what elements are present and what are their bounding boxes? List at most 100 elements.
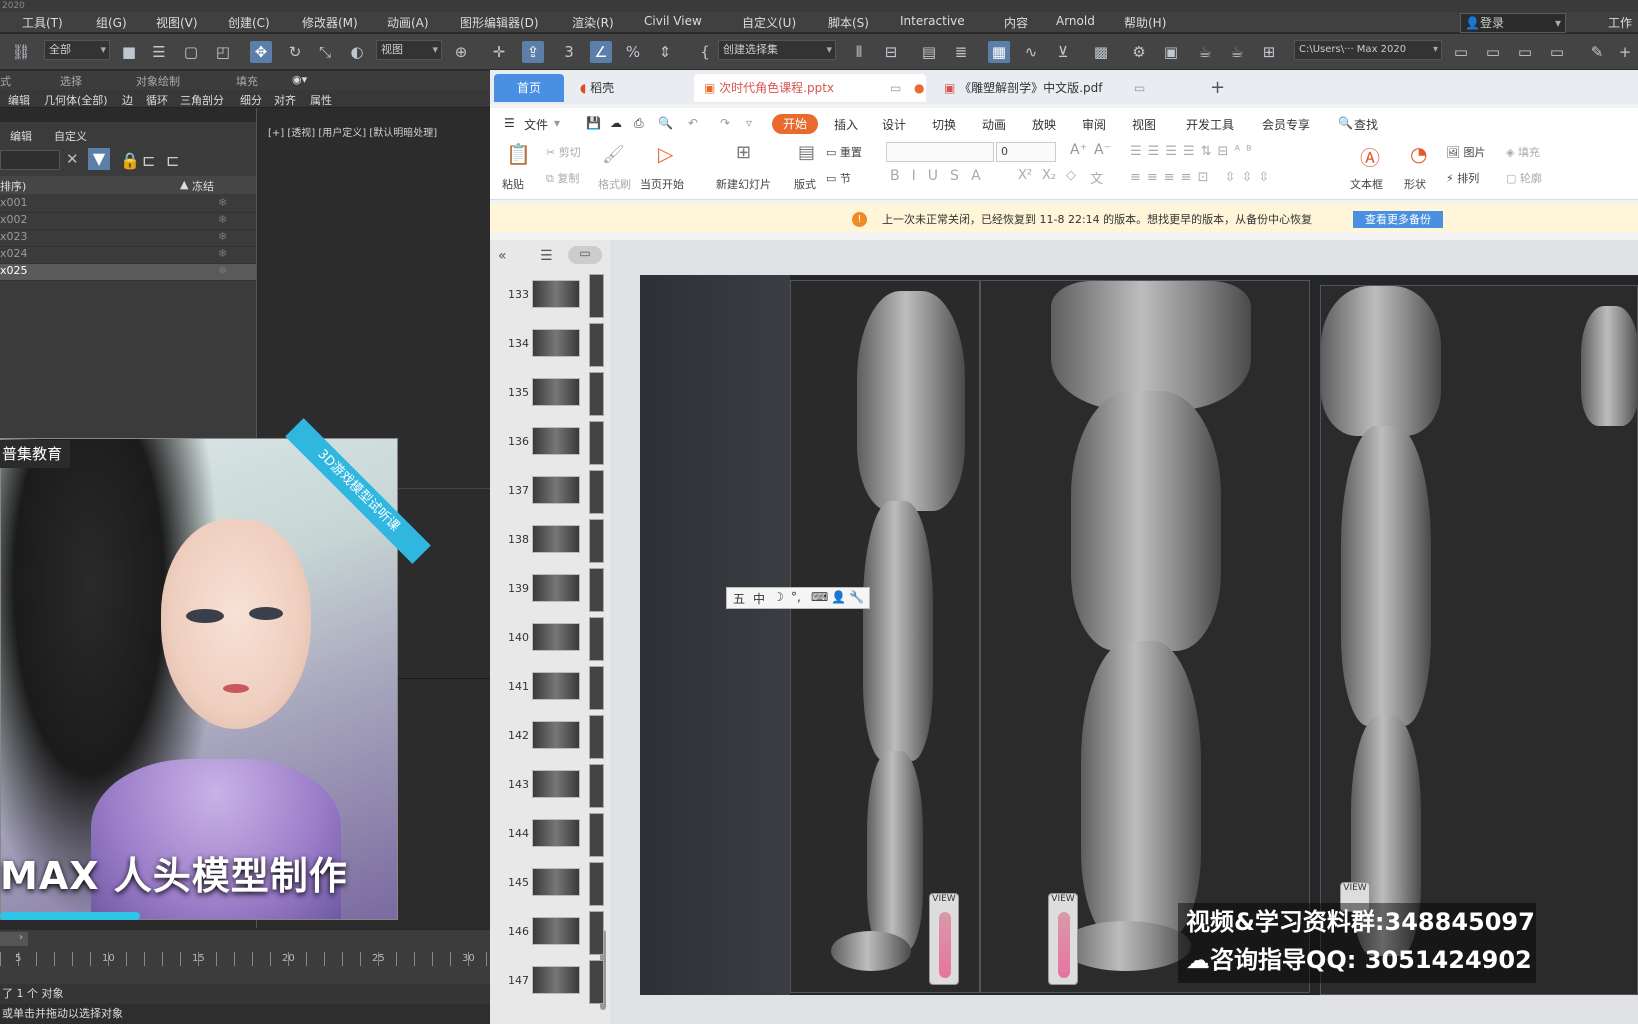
scene-tab-edit[interactable]: 编辑 — [10, 128, 32, 144]
slide-thumbnail[interactable] — [532, 770, 580, 798]
layer-list-icon[interactable]: ⊏ — [166, 151, 179, 170]
slide-thumbnail[interactable] — [532, 819, 580, 847]
copy-button[interactable]: ⧉ 复制 — [546, 170, 579, 186]
slide-thumbnail-strip[interactable] — [589, 862, 604, 906]
layer-explorer-icon[interactable]: ▤ — [918, 41, 940, 63]
slide-thumbnail[interactable] — [532, 378, 580, 406]
ime-halfwidth-icon[interactable]: ☽ — [773, 590, 784, 604]
scene-row[interactable]: x024 ❄ — [0, 247, 256, 264]
menu-animation[interactable]: 动画 — [982, 116, 1006, 133]
ime-punctuation-icon[interactable]: °, — [791, 590, 801, 604]
menu-content[interactable]: 内容 — [1004, 14, 1028, 31]
clipboard-icon[interactable]: 📋 — [506, 142, 531, 166]
superscript-icon[interactable]: X² — [1018, 168, 1032, 183]
scene-tab-customize[interactable]: 自定义 — [54, 128, 87, 144]
slide-thumbnail[interactable] — [532, 427, 580, 455]
cloud-icon[interactable]: ☁ — [610, 116, 622, 130]
snowflake-icon[interactable]: ❄ — [218, 213, 227, 226]
picture-button[interactable]: 🖼 图片 — [1446, 144, 1485, 160]
new-slide-icon[interactable]: ⊞ — [736, 142, 751, 163]
slide-thumbnail-strip[interactable] — [589, 568, 604, 612]
align-icon[interactable]: ⊟ — [880, 41, 902, 63]
ime-chinese-toggle[interactable]: 中 — [753, 590, 765, 607]
slide-thumbnail-strip[interactable] — [589, 421, 604, 465]
collapse-pane-icon[interactable]: « — [498, 248, 507, 264]
menu-file[interactable]: 文件 — [524, 116, 548, 133]
menu-rendering[interactable]: 渲染(R) — [572, 14, 614, 31]
filter-icon[interactable]: ▼ — [88, 148, 110, 170]
slide-thumbnail-strip[interactable] — [589, 813, 604, 857]
column-name-header[interactable]: 排序) — [0, 178, 26, 194]
scale-icon[interactable]: ⤡ — [314, 41, 336, 63]
arrange-button[interactable]: ⚡ 排列 — [1446, 170, 1479, 186]
format-painter-icon[interactable]: 🖌 — [602, 144, 625, 165]
ribbon-tab-geometry-all[interactable]: 几何体(全部) — [44, 92, 108, 108]
snowflake-icon[interactable]: ❄ — [218, 247, 227, 260]
ribbon-tab-edges[interactable]: 边 — [122, 92, 133, 108]
timeline-prev-button[interactable] — [0, 932, 14, 946]
tab-pptx[interactable]: ▣ 次时代角色课程.pptx ▭ ● — [694, 74, 926, 102]
named-selection-dropdown[interactable]: 创建选择集 — [718, 40, 836, 60]
column-freeze-header[interactable]: 冻结 — [192, 178, 214, 194]
menu-customize[interactable]: 自定义(U) — [742, 14, 796, 31]
cut-button[interactable]: ✂ 剪切 — [546, 144, 581, 160]
chevron-down-icon[interactable]: ▾ — [554, 116, 560, 130]
monitor-icon[interactable]: ▭ — [1134, 74, 1145, 102]
selection-filter-dropdown[interactable]: 全部 — [44, 40, 110, 60]
menu-modifiers[interactable]: 修改器(M) — [302, 14, 358, 31]
ribbon-toggle-icon[interactable]: ▦ — [988, 41, 1010, 63]
undo-icon[interactable]: ↶ — [688, 116, 698, 130]
slide-thumbnail[interactable] — [532, 672, 580, 700]
ribbon-tab-edit[interactable]: 编辑 — [8, 92, 30, 108]
list-icons[interactable]: ☰☰☰☰⇅⊟ᴬᴮ — [1130, 144, 1258, 159]
redo-icon[interactable]: ↷ — [720, 116, 730, 130]
slide-thumbnail[interactable] — [532, 917, 580, 945]
ribbon-options-icon[interactable]: ◉▾ — [292, 73, 307, 86]
clear-format-icon[interactable]: ◇ — [1066, 168, 1076, 183]
slide-thumbnail[interactable] — [532, 476, 580, 504]
layout-button[interactable]: 版式 — [794, 176, 816, 192]
keyboard-icon[interactable]: ⌨ — [811, 590, 828, 604]
slide-thumbnail-strip[interactable] — [589, 470, 604, 514]
format-painter-button[interactable]: 格式刷 — [598, 176, 631, 192]
textbox-button[interactable]: 文本框 — [1350, 176, 1383, 192]
menu-interactive[interactable]: Interactive — [900, 14, 965, 28]
shape-icon[interactable]: ◔ — [1410, 142, 1427, 166]
menu-transition[interactable]: 切换 — [932, 116, 956, 133]
ribbon-tab-subdivision[interactable]: 细分 — [240, 92, 262, 108]
window-crossing-icon[interactable]: ◰ — [212, 41, 234, 63]
menu-member[interactable]: 会员专享 — [1262, 116, 1310, 133]
close-icon[interactable]: ✕ — [66, 150, 79, 168]
mirror-icon[interactable]: ⫴ — [848, 41, 870, 63]
monitor-icon[interactable]: ▭ — [890, 74, 901, 102]
tab-docer[interactable]: ◖ 稻壳 — [570, 74, 682, 102]
keyboard-shortcut-icon[interactable]: ⇪ — [522, 41, 544, 63]
menu-create[interactable]: 创建(C) — [228, 14, 270, 31]
reference-coord-dropdown[interactable]: 视图 — [376, 40, 442, 60]
menu-view[interactable]: 视图 — [1132, 116, 1156, 133]
pivot-icon[interactable]: ⊕ — [450, 41, 472, 63]
play-icon[interactable]: ▷ — [658, 142, 673, 166]
timeline-ruler[interactable] — [0, 952, 490, 966]
new-slide-button[interactable]: 新建幻灯片 — [716, 176, 771, 192]
slide-thumbnail[interactable] — [532, 525, 580, 553]
scene-row-selected[interactable]: x025 ❄ — [0, 264, 256, 281]
select-by-name-icon[interactable]: ☰ — [148, 41, 170, 63]
rendered-frame-icon[interactable]: ▣ — [1160, 41, 1182, 63]
menu-help[interactable]: 帮助(H) — [1124, 14, 1166, 31]
ribbon-tab-tris[interactable]: 三角剖分 — [180, 92, 224, 108]
link-icon[interactable]: ⛓ — [10, 41, 32, 63]
slide-thumbnail-strip[interactable] — [589, 715, 604, 759]
project-folder-icon[interactable]: ▭ — [1450, 41, 1472, 63]
slide-thumbnail-strip[interactable] — [589, 372, 604, 416]
rotate-icon[interactable]: ↻ — [284, 41, 306, 63]
percent-snap-icon[interactable]: % — [622, 41, 644, 63]
export-icon[interactable]: ▭ — [1546, 41, 1568, 63]
spinner-snap-icon[interactable]: ⇕ — [654, 41, 676, 63]
plus-icon[interactable]: + — [1614, 41, 1636, 63]
hierarchy-icon[interactable]: ⊏ — [142, 151, 155, 170]
menu-slideshow[interactable]: 放映 — [1032, 116, 1056, 133]
outline-button[interactable]: ▢ 轮廓 — [1506, 170, 1542, 186]
reset-button[interactable]: ▭ 重置 — [826, 144, 862, 160]
menu-views[interactable]: 视图(V) — [156, 14, 198, 31]
